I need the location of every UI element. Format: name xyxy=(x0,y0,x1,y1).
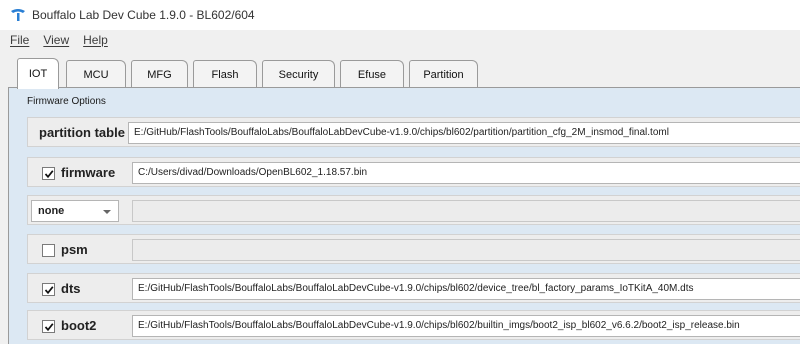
media-path-field xyxy=(132,200,800,222)
firmware-options-title: Firmware Options xyxy=(27,96,106,107)
psm-row: psm xyxy=(27,234,800,264)
dts-label: dts xyxy=(61,281,81,296)
dts-row: dts E:/GitHub/FlashTools/BouffaloLabs/Bo… xyxy=(27,273,800,303)
firmware-path-field[interactable]: C:/Users/divad/Downloads/OpenBL602_1.18.… xyxy=(132,162,800,184)
media-row: none xyxy=(27,195,800,225)
menu-help[interactable]: Help xyxy=(83,33,108,47)
menu-bar: File View Help xyxy=(0,30,800,49)
window-titlebar: Bouffalo Lab Dev Cube 1.9.0 - BL602/604 xyxy=(0,0,800,30)
boot2-path-field[interactable]: E:/GitHub/FlashTools/BouffaloLabs/Bouffa… xyxy=(132,315,800,337)
menu-view[interactable]: View xyxy=(43,33,69,47)
partition-table-row: partition table E:/GitHub/FlashTools/Bou… xyxy=(27,117,800,147)
menu-file[interactable]: File xyxy=(10,33,29,47)
tab-mcu[interactable]: MCU xyxy=(66,60,126,88)
tab-bar: IOT MCU MFG Flash Security Efuse Partiti… xyxy=(0,50,800,89)
firmware-label: firmware xyxy=(61,165,116,180)
boot2-checkbox[interactable] xyxy=(42,320,55,333)
psm-label: psm xyxy=(61,242,88,257)
tab-mfg[interactable]: MFG xyxy=(131,60,188,88)
tab-efuse[interactable]: Efuse xyxy=(340,60,404,88)
bouffalo-logo-icon xyxy=(10,8,26,22)
iot-panel: Firmware Options partition table E:/GitH… xyxy=(8,88,800,344)
chevron-down-icon xyxy=(103,210,111,214)
dts-checkbox[interactable] xyxy=(42,283,55,296)
partition-table-path-field[interactable]: E:/GitHub/FlashTools/BouffaloLabs/Bouffa… xyxy=(128,122,800,144)
partition-table-label: partition table xyxy=(39,125,125,140)
boot2-row: boot2 E:/GitHub/FlashTools/BouffaloLabs/… xyxy=(27,310,800,340)
psm-checkbox[interactable] xyxy=(42,244,55,257)
psm-path-field xyxy=(132,239,800,261)
firmware-row: firmware C:/Users/divad/Downloads/OpenBL… xyxy=(27,157,800,187)
boot2-label: boot2 xyxy=(61,318,97,333)
tab-flash[interactable]: Flash xyxy=(193,60,257,88)
tab-security[interactable]: Security xyxy=(262,60,335,88)
media-type-value: none xyxy=(38,205,65,217)
tab-partition[interactable]: Partition xyxy=(409,60,478,88)
tab-iot[interactable]: IOT xyxy=(17,58,59,89)
media-type-select[interactable]: none xyxy=(31,200,119,222)
firmware-checkbox[interactable] xyxy=(42,167,55,180)
window-title: Bouffalo Lab Dev Cube 1.9.0 - BL602/604 xyxy=(32,8,255,22)
dts-path-field[interactable]: E:/GitHub/FlashTools/BouffaloLabs/Bouffa… xyxy=(132,278,800,300)
